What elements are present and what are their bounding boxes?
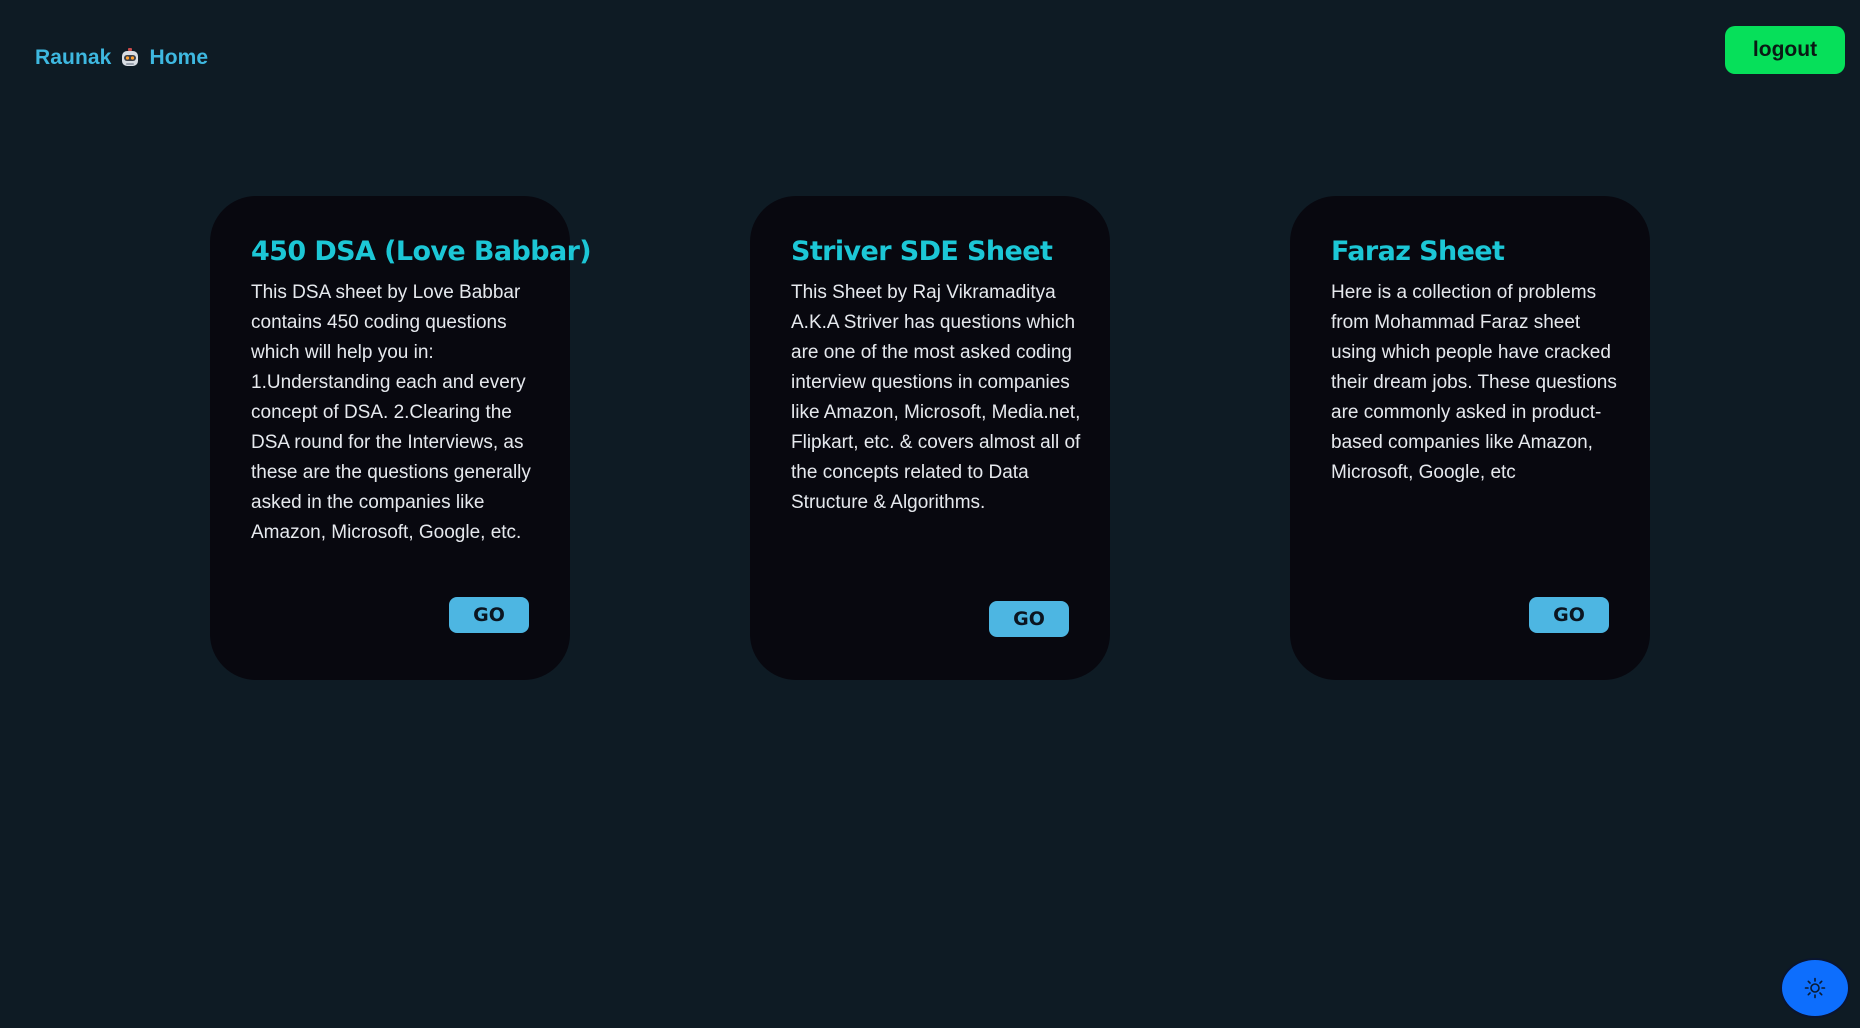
logout-button[interactable]: logout [1725, 26, 1845, 74]
card-title: Faraz Sheet [1331, 236, 1505, 267]
sheet-card-striver: Striver SDE Sheet This Sheet by Raj Vikr… [750, 196, 1110, 680]
go-button[interactable]: GO [449, 597, 529, 633]
robot-icon [122, 48, 139, 66]
card-title: Striver SDE Sheet [791, 236, 1053, 267]
home-link[interactable]: Raunak Home [35, 46, 208, 70]
card-title: 450 DSA (Love Babbar) [251, 236, 592, 267]
user-name: Raunak [35, 46, 112, 69]
card-description: This Sheet by Raj Vikramaditya A.K.A Str… [791, 282, 1081, 514]
home-label: Home [149, 46, 209, 69]
card-description: Here is a collection of problems from Mo… [1331, 282, 1617, 484]
sun-icon [1804, 977, 1826, 999]
go-button[interactable]: GO [989, 601, 1069, 637]
sheet-card-faraz: Faraz Sheet Here is a collection of prob… [1290, 196, 1650, 680]
theme-toggle-button[interactable] [1780, 958, 1850, 1018]
sheet-card-love-babbar: 450 DSA (Love Babbar) This DSA sheet by … [210, 196, 592, 680]
page: Raunak Home logout 450 DSA (Love Babbar)… [0, 0, 1860, 1028]
go-button[interactable]: GO [1529, 597, 1609, 633]
card-description: This DSA sheet by Love Babbar contains 4… [251, 282, 531, 544]
